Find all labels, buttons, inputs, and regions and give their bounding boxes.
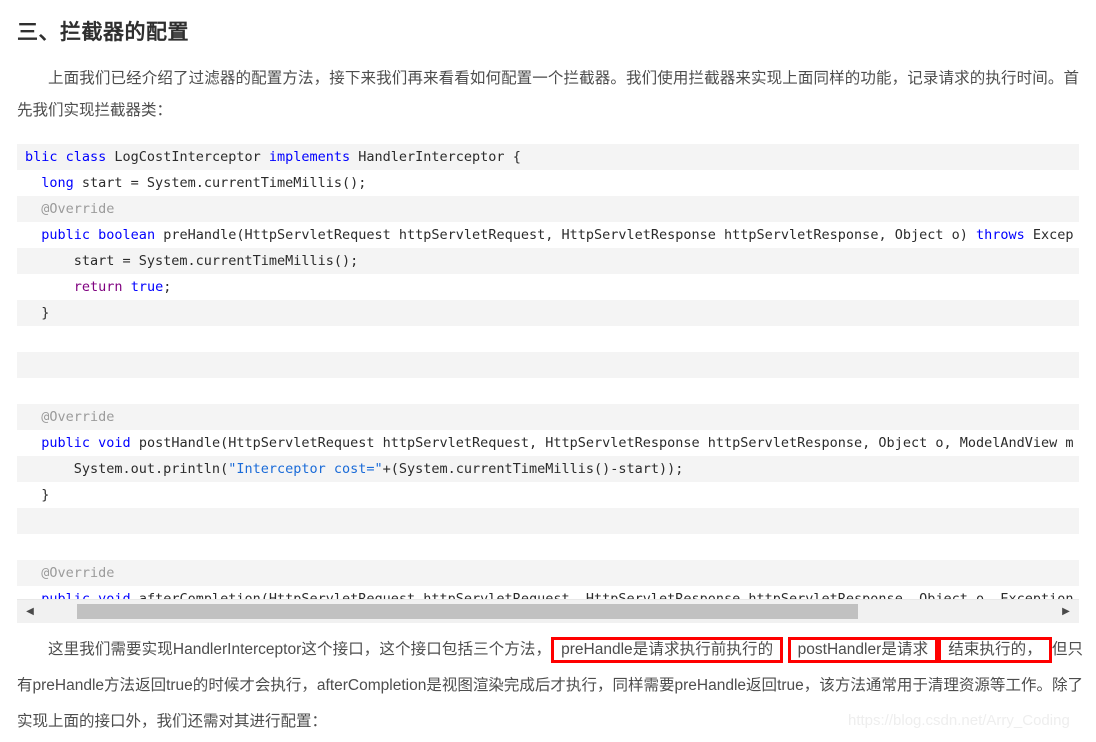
code-token: long (41, 175, 74, 191)
code-line: @Override (17, 404, 1079, 430)
code-token: void (98, 435, 131, 451)
code-token: +(System.currentTimeMillis()-start)); (382, 461, 684, 477)
intro-paragraph: 上面我们已经介绍了过滤器的配置方法，接下来我们再来看看如何配置一个拦截器。我们使… (17, 70, 1079, 119)
code-token: Excep (1024, 227, 1074, 243)
code-token: start = System.currentTimeMillis(); (25, 253, 359, 269)
code-line: } (17, 300, 1079, 326)
code-block[interactable]: blic class LogCostInterceptor implements… (17, 144, 1079, 599)
outro-segment-1: 这里我们需要实现HandlerInterceptor这个接口，这个接口包括三个方… (48, 641, 552, 658)
code-line (17, 534, 1079, 560)
code-token: "Interceptor cost=" (228, 461, 383, 477)
code-line: @Override (17, 196, 1079, 222)
code-line (17, 378, 1079, 404)
code-token: preHandle(HttpServletRequest httpServlet… (155, 227, 976, 243)
code-line (17, 352, 1079, 378)
code-token: throws (975, 227, 1025, 243)
code-token: } (25, 487, 50, 503)
code-line: long start = System.currentTimeMillis(); (17, 170, 1079, 196)
code-token: public (41, 435, 99, 451)
scroll-left-arrow-icon[interactable]: ◀ (21, 600, 39, 623)
code-token: System.out.println( (25, 461, 229, 477)
code-line: start = System.currentTimeMillis(); (17, 248, 1079, 274)
highlight-box-end-exec: 结束执行的， (938, 637, 1052, 663)
code-token: LogCostInterceptor (114, 149, 269, 165)
code-line: blic class LogCostInterceptor implements… (17, 144, 1079, 170)
code-token: HandlerInterceptor { (358, 149, 521, 165)
code-token: @Override (25, 565, 115, 581)
code-token: public (41, 591, 99, 599)
code-token: postHandle(HttpServletRequest httpServle… (130, 435, 1074, 451)
code-line: } (17, 482, 1079, 508)
code-line: System.out.println("Interceptor cost="+(… (17, 456, 1079, 482)
code-token: @Override (25, 201, 115, 217)
code-token: public (41, 227, 99, 243)
code-token: class (65, 149, 115, 165)
watermark: https://blog.csdn.net/Arry_Coding (848, 712, 1070, 729)
code-token: implements (268, 149, 359, 165)
code-token: ; (163, 279, 172, 295)
code-line: @Override (17, 560, 1079, 586)
code-line: return true; (17, 274, 1079, 300)
page-title: 三、拦截器的配置 (17, 21, 189, 44)
highlight-box-posthandler: postHandler是请求 (787, 637, 939, 663)
code-token: true (130, 279, 164, 295)
code-token: } (25, 305, 50, 321)
code-token: blic (25, 149, 66, 165)
code-horizontal-scrollbar[interactable]: ◀ ▶ (17, 599, 1079, 623)
code-token: start = System.currentTimeMillis(); (73, 175, 367, 191)
code-line (17, 326, 1079, 352)
code-token: @Override (25, 409, 115, 425)
scrollbar-thumb[interactable] (77, 604, 858, 619)
scroll-right-arrow-icon[interactable]: ▶ (1057, 600, 1075, 623)
code-token: afterCompletion(HttpServletRequest httpS… (130, 591, 1074, 599)
code-line: public void postHandle(HttpServletReques… (17, 430, 1079, 456)
code-line: public void afterCompletion(HttpServletR… (17, 586, 1079, 599)
code-token: void (98, 591, 131, 599)
code-token: return (73, 279, 123, 295)
highlight-box-prehandle: preHandle是请求执行前执行的 (551, 637, 784, 663)
code-line (17, 508, 1079, 534)
outro-separator-1 (783, 641, 787, 658)
code-line: public boolean preHandle(HttpServletRequ… (17, 222, 1079, 248)
code-token: boolean (98, 227, 156, 243)
